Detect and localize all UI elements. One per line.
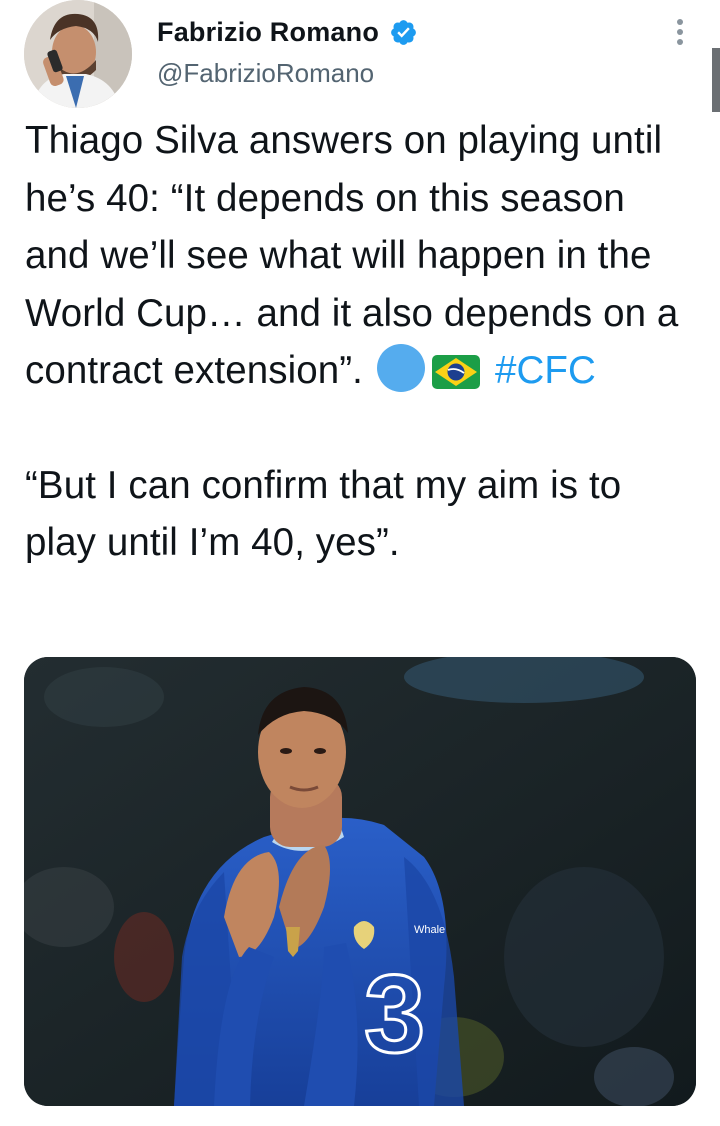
hashtag-link[interactable]: #CFC xyxy=(495,349,596,392)
tweet-paragraph-1: Thiago Silva answers on playing until he… xyxy=(25,112,695,400)
display-name-row: Fabrizio Romano xyxy=(157,12,418,52)
shirt-number: 3 xyxy=(364,953,425,1076)
blue-circle-emoji xyxy=(376,344,425,392)
author-block: Fabrizio Romano @FabrizioRomano xyxy=(157,12,418,89)
more-options-icon[interactable] xyxy=(666,14,694,50)
tweet-text: Thiago Silva answers on playing until he… xyxy=(25,112,695,572)
shirt-sponsor: Whale xyxy=(414,924,445,936)
scrollbar-thumb[interactable] xyxy=(712,48,720,112)
brazil-flag-emoji xyxy=(431,355,480,389)
author-handle[interactable]: @FabrizioRomano xyxy=(157,58,418,89)
verified-badge-icon xyxy=(391,19,416,45)
author-display-name[interactable]: Fabrizio Romano xyxy=(157,17,379,48)
tweet-paragraph-2: “But I can confirm that my aim is to pla… xyxy=(25,463,622,565)
tweet-card[interactable]: Fabrizio Romano @FabrizioRomano Thiago S… xyxy=(0,0,720,1126)
avatar[interactable] xyxy=(24,0,132,108)
tweet-photo[interactable]: 3 Whale xyxy=(24,657,696,1106)
